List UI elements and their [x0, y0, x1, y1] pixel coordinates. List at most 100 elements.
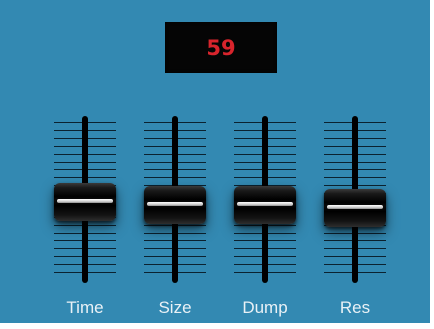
scale-tick: [144, 153, 172, 155]
scale-tick: [88, 137, 116, 139]
scale-tick: [324, 145, 352, 147]
scale-tick: [88, 248, 116, 250]
scale-tick: [144, 169, 172, 171]
fader-knob[interactable]: [324, 189, 386, 228]
scale-tick: [144, 161, 172, 163]
scale-tick: [144, 145, 172, 147]
scale-tick: [268, 272, 296, 273]
res-fader[interactable]: [320, 112, 390, 287]
scale-tick: [234, 145, 262, 147]
scale-tick: [324, 264, 352, 266]
scale-tick: [324, 232, 352, 234]
scale-tick: [54, 137, 82, 139]
scale-tick: [178, 272, 206, 273]
knob-indicator-line: [147, 201, 203, 206]
scale-tick: [268, 248, 296, 250]
scale-tick: [88, 122, 116, 123]
scale-tick: [234, 153, 262, 155]
scale-tick: [268, 129, 296, 131]
scale-tick: [234, 122, 262, 123]
scale-tick: [358, 153, 386, 155]
scale-tick: [178, 161, 206, 163]
scale-tick: [54, 272, 82, 273]
scale-tick: [324, 256, 352, 258]
scale-tick: [88, 145, 116, 147]
scale-tick: [178, 145, 206, 147]
scale-tick: [358, 256, 386, 258]
scale-tick: [54, 129, 82, 131]
scale-tick: [234, 161, 262, 163]
display-value: 59: [206, 35, 236, 60]
fader-knob[interactable]: [144, 185, 206, 224]
scale-tick: [144, 129, 172, 131]
size-label: Size: [158, 298, 192, 317]
scale-tick: [144, 177, 172, 179]
scale-tick: [54, 256, 82, 258]
scale-tick: [144, 240, 172, 242]
knob-indicator-line: [327, 205, 383, 210]
scale-tick: [268, 169, 296, 171]
scale-tick: [54, 145, 82, 147]
scale-tick: [144, 272, 172, 273]
scale-tick: [88, 161, 116, 163]
scale-tick: [358, 232, 386, 234]
time-fader[interactable]: [50, 112, 120, 287]
scale-tick: [268, 122, 296, 123]
scale-tick: [234, 177, 262, 179]
scale-tick: [268, 137, 296, 139]
scale-tick: [88, 177, 116, 179]
scale-tick: [324, 153, 352, 155]
scale-tick: [268, 232, 296, 234]
scale-tick: [358, 248, 386, 250]
scale-tick: [324, 272, 352, 273]
size-fader[interactable]: [140, 112, 210, 287]
scale-tick: [54, 248, 82, 250]
scale-tick: [268, 153, 296, 155]
scale-tick: [324, 248, 352, 250]
scale-tick: [358, 145, 386, 147]
scale-tick: [178, 232, 206, 234]
scale-tick: [358, 272, 386, 273]
scale-tick: [54, 264, 82, 266]
scale-tick: [324, 169, 352, 171]
scale-tick: [358, 185, 386, 187]
scale-tick: [234, 137, 262, 139]
scale-tick: [88, 264, 116, 266]
scale-tick: [358, 129, 386, 131]
scale-tick: [268, 177, 296, 179]
res-label: Res: [339, 298, 371, 317]
scale-tick: [178, 177, 206, 179]
scale-tick: [144, 264, 172, 266]
scale-tick: [54, 122, 82, 123]
value-display: 59: [165, 22, 277, 73]
fader-knob[interactable]: [234, 185, 296, 224]
scale-tick: [144, 137, 172, 139]
scale-tick: [88, 256, 116, 258]
scale-tick: [88, 240, 116, 242]
scale-tick: [178, 153, 206, 155]
scale-tick: [144, 232, 172, 234]
scale-tick: [268, 224, 296, 226]
scale-tick: [268, 145, 296, 147]
scale-tick: [178, 224, 206, 226]
scale-tick: [324, 185, 352, 187]
knob-indicator-line: [57, 199, 113, 203]
time-label: Time: [66, 298, 104, 317]
scale-tick: [324, 177, 352, 179]
fader-knob[interactable]: [54, 183, 116, 221]
scale-tick: [234, 232, 262, 234]
scale-tick: [234, 272, 262, 273]
scale-tick: [54, 232, 82, 234]
scale-tick: [88, 153, 116, 155]
dump-fader[interactable]: [230, 112, 300, 287]
scale-tick: [144, 122, 172, 123]
scale-tick: [358, 177, 386, 179]
scale-tick: [234, 129, 262, 131]
scale-tick: [358, 137, 386, 139]
scale-tick: [54, 240, 82, 242]
scale-tick: [324, 122, 352, 123]
scale-tick: [268, 264, 296, 266]
scale-tick: [178, 122, 206, 123]
reverb-panel: 59 Time Size Dump Res: [0, 0, 434, 329]
scale-tick: [358, 264, 386, 266]
